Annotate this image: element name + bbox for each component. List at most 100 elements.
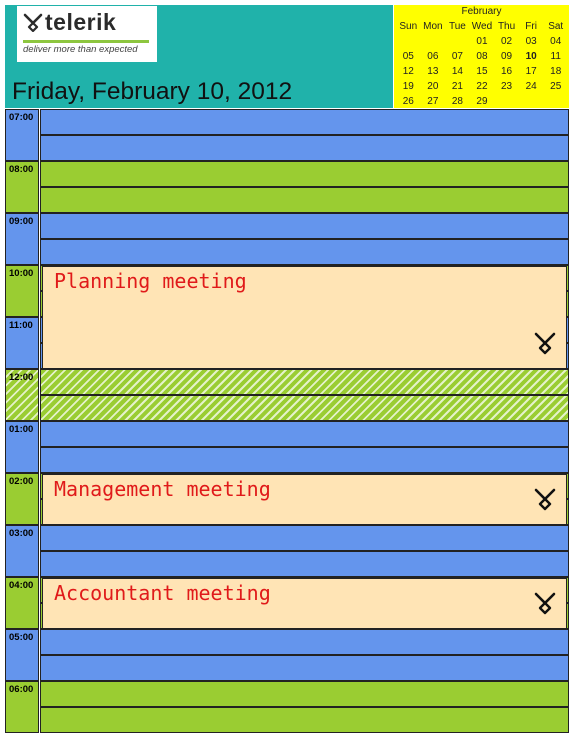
calendar-day[interactable]: 20 (421, 79, 446, 94)
time-slot[interactable] (40, 369, 569, 395)
time-slot-header: 10:00 (5, 265, 39, 317)
calendar-day[interactable]: 26 (396, 94, 421, 109)
calendar-day[interactable]: 06 (421, 49, 446, 64)
time-slot[interactable] (40, 447, 569, 473)
calendar-day[interactable]: 21 (445, 79, 470, 94)
time-slot[interactable] (40, 525, 569, 551)
calendar-empty-cell (494, 94, 519, 109)
time-slot[interactable] (40, 135, 569, 161)
time-slot[interactable] (40, 551, 569, 577)
time-label: 09:00 (9, 216, 34, 227)
brand-tagline: deliver more than expected (23, 44, 138, 55)
time-slot[interactable] (40, 395, 569, 421)
time-slot-header: 05:00 (5, 629, 39, 681)
calendar-day[interactable]: 25 (543, 79, 568, 94)
time-slot[interactable] (40, 161, 569, 187)
calendar-weekday-header: Fri (525, 21, 537, 32)
mini-calendar: February Sun Mon Tue Wed Thu Fri Sat 01 02 03 04 05… (394, 5, 569, 108)
calendar-empty-cell (543, 94, 568, 109)
telerik-logo-icon (534, 487, 556, 516)
time-label: 02:00 (9, 476, 34, 487)
calendar-day[interactable]: 18 (543, 64, 568, 79)
scheduler-page: telerik deliver more than expected Frida… (5, 5, 569, 733)
telerik-logo-icon (23, 13, 43, 32)
calendar-weekday-header: Mon (423, 21, 443, 32)
day-schedule: 07:00 08:00 09:00 10:00 11:00 12:00 01:00 02:00… (5, 109, 569, 733)
time-slot[interactable] (40, 681, 569, 707)
calendar-day[interactable]: 02 (494, 34, 519, 49)
time-slot-header: 04:00 (5, 577, 39, 629)
calendar-day[interactable]: 27 (421, 94, 446, 109)
calendar-day[interactable]: 08 (470, 49, 495, 64)
time-slot[interactable] (40, 421, 569, 447)
time-slot[interactable] (40, 213, 569, 239)
calendar-empty-cell (421, 34, 446, 49)
calendar-day[interactable]: 09 (494, 49, 519, 64)
calendar-empty-cell (519, 94, 544, 109)
calendar-weekday-header: Tue (448, 21, 466, 32)
time-label: 03:00 (9, 528, 34, 539)
calendar-empty-cell (445, 34, 470, 49)
calendar-day[interactable]: 22 (470, 79, 495, 94)
calendar-day[interactable]: 17 (519, 64, 544, 79)
calendar-weekday-header: Thu (497, 21, 516, 32)
time-label: 06:00 (9, 684, 34, 695)
time-label: 08:00 (9, 164, 34, 175)
time-slot-header: 06:00 (5, 681, 39, 733)
calendar-day[interactable]: 14 (445, 64, 470, 79)
brand-underline (23, 40, 149, 43)
time-slot-header: 11:00 (5, 317, 39, 369)
time-slot[interactable] (40, 239, 569, 265)
calendar-day[interactable]: 01 (470, 34, 495, 49)
calendar-day-selected[interactable]: 10 (519, 49, 544, 64)
calendar-grid: Sun Mon Tue Wed Thu Fri Sat 01 02 03 04 05 06 07 08 09 1… (396, 19, 568, 109)
calendar-day[interactable]: 15 (470, 64, 495, 79)
time-label: 10:00 (9, 268, 34, 279)
calendar-day[interactable]: 04 (543, 34, 568, 49)
calendar-day[interactable]: 28 (445, 94, 470, 109)
telerik-logo-icon (534, 591, 556, 620)
time-slot[interactable] (40, 109, 569, 135)
time-label: 07:00 (9, 112, 34, 123)
time-label: 01:00 (9, 424, 34, 435)
calendar-month-label: February (461, 6, 502, 17)
appointment[interactable]: Accountant meeting (42, 578, 567, 629)
time-label: 12:00 (9, 372, 34, 383)
calendar-day[interactable]: 19 (396, 79, 421, 94)
calendar-day[interactable]: 11 (543, 49, 568, 64)
time-slot-header: 07:00 (5, 109, 39, 161)
time-slot[interactable] (40, 187, 569, 213)
appointment-title: Management meeting (54, 477, 271, 501)
calendar-weekday-header: Wed (471, 21, 493, 32)
appointment-title: Accountant meeting (54, 581, 271, 605)
time-slot[interactable] (40, 707, 569, 733)
time-label: 04:00 (9, 580, 34, 591)
calendar-day[interactable]: 13 (421, 64, 446, 79)
appointment[interactable]: Planning meeting (42, 266, 567, 369)
time-slot-header: 09:00 (5, 213, 39, 265)
telerik-logo-icon (534, 331, 556, 360)
time-slot-header: 08:00 (5, 161, 39, 213)
header-banner: telerik deliver more than expected Frida… (5, 5, 393, 108)
brand-name: telerik (45, 9, 117, 35)
calendar-day[interactable]: 12 (396, 64, 421, 79)
telerik-logo: telerik deliver more than expected (17, 6, 157, 62)
calendar-day[interactable]: 23 (494, 79, 519, 94)
appointment[interactable]: Management meeting (42, 474, 567, 525)
time-slot-header: 03:00 (5, 525, 39, 577)
time-slot-header: 12:00 (5, 369, 39, 421)
time-label: 05:00 (9, 632, 34, 643)
calendar-day[interactable]: 16 (494, 64, 519, 79)
calendar-day[interactable]: 03 (519, 34, 544, 49)
time-label: 11:00 (9, 320, 33, 331)
calendar-empty-cell (396, 34, 421, 49)
calendar-day[interactable]: 29 (470, 94, 495, 109)
appointment-title: Planning meeting (54, 269, 247, 293)
page-title: Friday, February 10, 2012 (12, 78, 293, 105)
time-slot-header: 02:00 (5, 473, 39, 525)
calendar-day[interactable]: 07 (445, 49, 470, 64)
calendar-day[interactable]: 24 (519, 79, 544, 94)
calendar-day[interactable]: 05 (396, 49, 421, 64)
time-slot[interactable] (40, 655, 569, 681)
time-slot[interactable] (40, 629, 569, 655)
